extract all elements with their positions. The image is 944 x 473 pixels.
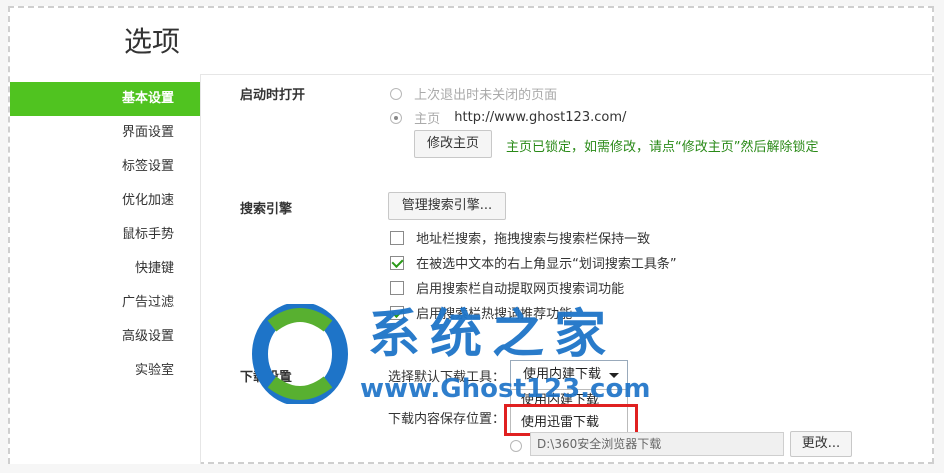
startup-option-restore[interactable]: 上次退出时未关闭的页面 bbox=[390, 84, 557, 103]
manage-search-engines-button[interactable]: 管理搜索引擎... bbox=[388, 192, 506, 220]
homepage-url: http://www.ghost123.com/ bbox=[454, 110, 627, 125]
modify-homepage-button[interactable]: 修改主页 bbox=[414, 130, 492, 158]
search-option-1-label: 地址栏搜索，拖拽搜索与搜索栏保持一致 bbox=[416, 232, 651, 247]
sidebar-item-adblock[interactable]: 广告过滤 bbox=[10, 286, 200, 320]
sidebar-item-lab[interactable]: 实验室 bbox=[10, 354, 200, 388]
change-path-button[interactable]: 更改... bbox=[790, 431, 852, 457]
search-option-2[interactable]: 在被选中文本的右上角显示“划词搜索工具条” bbox=[390, 253, 677, 272]
watermark-url: www.Ghost123.com bbox=[360, 374, 651, 404]
startup-option-restore-label: 上次退出时未关闭的页面 bbox=[414, 88, 558, 103]
radio-restore[interactable] bbox=[390, 87, 402, 100]
options-window: 选项 基本设置 界面设置 标签设置 优化加速 鼠标手势 快捷键 广告过滤 高级设… bbox=[8, 6, 934, 464]
sidebar-item-advanced[interactable]: 高级设置 bbox=[10, 320, 200, 354]
sidebar-item-optimize[interactable]: 优化加速 bbox=[10, 184, 200, 218]
homepage-lock-note: 主页已锁定，如需修改，请点“修改主页”然后解除锁定 bbox=[506, 140, 819, 155]
search-title: 搜索引擎 bbox=[240, 202, 293, 217]
sidebar-item-interface[interactable]: 界面设置 bbox=[10, 116, 200, 150]
watermark-text: 系统之家 bbox=[368, 305, 617, 365]
sidebar: 基本设置 界面设置 标签设置 优化加速 鼠标手势 快捷键 广告过滤 高级设置 实… bbox=[10, 74, 201, 464]
startup-option-homepage-label: 主页 bbox=[414, 112, 441, 127]
radio-homepage[interactable] bbox=[390, 111, 402, 124]
save-path-input[interactable]: D:\360安全浏览器下载 bbox=[530, 432, 784, 456]
sidebar-item-basic[interactable]: 基本设置 bbox=[10, 82, 200, 116]
sidebar-item-shortcuts[interactable]: 快捷键 bbox=[10, 252, 200, 286]
search-option-1[interactable]: 地址栏搜索，拖拽搜索与搜索栏保持一致 bbox=[390, 228, 650, 247]
sidebar-item-mouse-gestures[interactable]: 鼠标手势 bbox=[10, 218, 200, 252]
search-option-2-label: 在被选中文本的右上角显示“划词搜索工具条” bbox=[416, 257, 677, 272]
save-path-row[interactable] bbox=[510, 438, 522, 453]
page-title: 选项 bbox=[124, 25, 181, 58]
sidebar-item-tabs[interactable]: 标签设置 bbox=[10, 150, 200, 184]
watermark-logo bbox=[252, 304, 348, 404]
save-location-label: 下载内容保存位置： bbox=[388, 412, 506, 427]
checkbox-addressbar-search[interactable] bbox=[390, 230, 404, 245]
radio-custom-path[interactable] bbox=[510, 439, 522, 452]
header: 选项 bbox=[10, 8, 932, 75]
startup-option-homepage[interactable]: 主页 http://www.ghost123.com/ bbox=[390, 108, 626, 127]
checkbox-selection-toolbar[interactable] bbox=[390, 255, 404, 270]
startup-title: 启动时打开 bbox=[240, 88, 306, 103]
